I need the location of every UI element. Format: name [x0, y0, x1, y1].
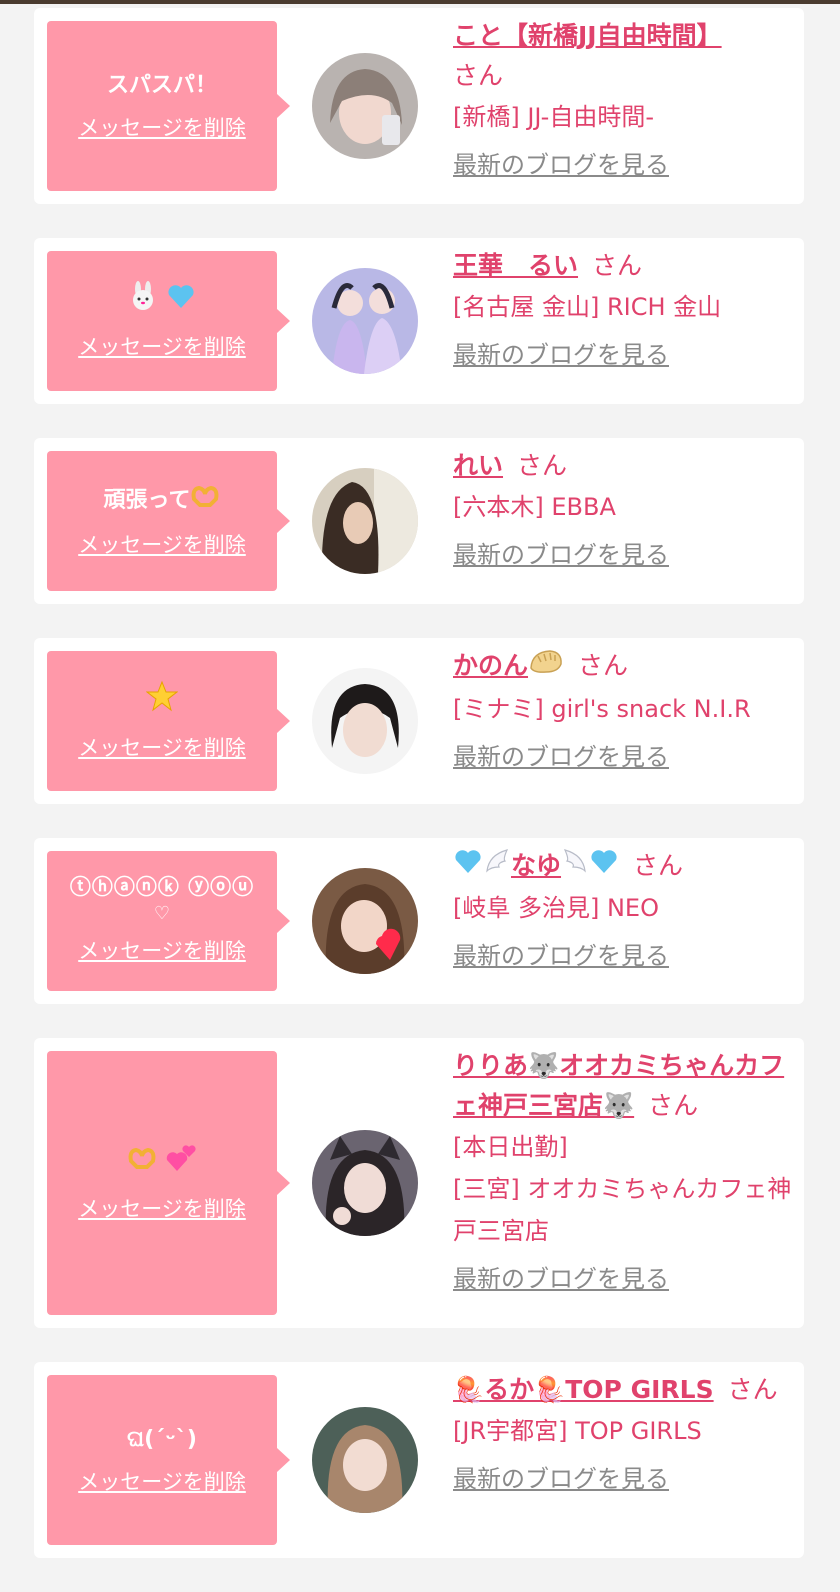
latest-blog-link[interactable]: 最新のブログを見る — [453, 1262, 669, 1296]
cast-info: かのん さん [ミナミ] girl's snack N.I.R 最新のブログを見る — [453, 638, 804, 804]
message-text: 頑張って — [104, 483, 221, 519]
rabbit-icon — [128, 281, 158, 321]
message-card: スパスパ！ メッセージを削除 こと【新橋JJ自由時間】 さん [新橋] JJ-自… — [34, 8, 804, 204]
blue-heart-icon — [166, 281, 196, 321]
shop-line: [本日出勤] — [453, 1133, 568, 1161]
message-bubble: メッセージを削除 — [47, 251, 290, 391]
honorific: さん — [517, 451, 568, 480]
message-card: 頑張って メッセージを削除 れい さん [六本木] EBBA 最新のブログを見る — [34, 438, 804, 604]
message-text: スパスパ！ — [106, 73, 217, 98]
shop-line: [ミナミ] girl's snack N.I.R — [453, 695, 751, 723]
cast-name-link[interactable]: こと【新橋JJ自由時間】 — [453, 21, 722, 50]
delete-message-link[interactable]: メッセージを削除 — [78, 1466, 246, 1496]
two-hearts-icon — [165, 1143, 197, 1183]
message-card: メッセージを削除 王華 るい さん [名古屋 金山] RICH 金山 最新のブログ… — [34, 238, 804, 404]
cast-info: 🪼るか🪼TOP GIRLS さん [JR宇都宮] TOP GIRLS 最新のブログ… — [453, 1362, 804, 1558]
message-text-line2: ♡ — [153, 903, 171, 924]
message-icons — [127, 1143, 197, 1183]
latest-blog-link[interactable]: 最新のブログを見る — [453, 338, 669, 372]
avatar-container — [277, 838, 453, 1004]
cast-info: りりあ🐺オオカミちゃんカフェ神戸三宮店🐺 さん [本日出勤] [三宮] オオカミち… — [453, 1038, 804, 1328]
latest-blog-link[interactable]: 最新のブログを見る — [453, 148, 669, 182]
honorific: さん — [648, 1091, 699, 1120]
latest-blog-link[interactable]: 最新のブログを見る — [453, 1462, 669, 1496]
delete-message-link[interactable]: メッセージを削除 — [78, 732, 246, 762]
honorific: さん — [453, 61, 504, 90]
message-bubble: ଘ(ˊᵕˋ) メッセージを削除 — [47, 1375, 290, 1545]
message-bubble: メッセージを削除 — [47, 1051, 290, 1315]
wing-icon — [483, 847, 511, 887]
heart-hands-icon — [127, 1145, 157, 1181]
honorific: さん — [633, 851, 684, 880]
message-icons — [128, 281, 196, 321]
blue-heart-icon — [453, 847, 483, 887]
top-bar — [0, 0, 840, 4]
avatar[interactable] — [312, 268, 418, 374]
delete-message-link[interactable]: メッセージを削除 — [78, 1193, 246, 1223]
avatar-container — [277, 1362, 453, 1558]
star-icon — [145, 680, 179, 722]
shop-line: [三宮] オオカミちゃんカフェ神戸三宮店 — [453, 1175, 792, 1245]
latest-blog-link[interactable]: 最新のブログを見る — [453, 939, 669, 973]
message-text: ⓣⓗⓐⓝⓚ ⓨⓞⓤ — [69, 875, 255, 899]
message-text: ଘ(ˊᵕˋ) — [127, 1427, 197, 1452]
avatar[interactable] — [312, 1130, 418, 1236]
avatar-container — [277, 438, 453, 604]
shop-line: [六本木] EBBA — [453, 493, 616, 521]
avatar[interactable] — [312, 1407, 418, 1513]
shop-line: [新橋] JJ-自由時間- — [453, 103, 654, 131]
cast-info: れい さん [六本木] EBBA 最新のブログを見る — [453, 438, 804, 604]
message-card: ଘ(ˊᵕˋ) メッセージを削除 🪼るか🪼TOP GIRLS さん [JR宇都宮] … — [34, 1362, 804, 1558]
cast-info: 王華 るい さん [名古屋 金山] RICH 金山 最新のブログを見る — [453, 238, 804, 404]
shop-line: [岐阜 多治見] NEO — [453, 894, 659, 922]
delete-message-link[interactable]: メッセージを削除 — [78, 935, 246, 965]
message-text-content: 頑張って — [103, 488, 191, 513]
message-list: スパスパ！ メッセージを削除 こと【新橋JJ自由時間】 さん [新橋] JJ-自… — [34, 8, 804, 1592]
cast-name-link[interactable]: 王華 るい — [453, 251, 578, 280]
honorific: さん — [592, 251, 643, 280]
honorific: さん — [578, 651, 629, 680]
cast-info: なゆ さん [岐阜 多治見] NEO 最新のブログを見る — [453, 838, 804, 1004]
shop-line: [JR宇都宮] TOP GIRLS — [453, 1417, 702, 1445]
blue-heart-icon — [589, 847, 619, 887]
cast-name-link[interactable]: りりあ🐺オオカミちゃんカフェ神戸三宮店🐺 — [453, 1051, 784, 1120]
cast-name-text: かのん — [453, 651, 529, 680]
message-bubble: 頑張って メッセージを削除 — [47, 451, 290, 591]
avatar[interactable] — [312, 468, 418, 574]
cast-name-link[interactable]: 🪼るか🪼TOP GIRLS — [453, 1375, 714, 1404]
delete-message-link[interactable]: メッセージを削除 — [78, 112, 246, 142]
delete-message-link[interactable]: メッセージを削除 — [78, 529, 246, 559]
latest-blog-link[interactable]: 最新のブログを見る — [453, 740, 669, 774]
message-icons — [145, 680, 179, 722]
delete-message-link[interactable]: メッセージを削除 — [78, 331, 246, 361]
avatar-container — [277, 8, 453, 204]
latest-blog-link[interactable]: 最新のブログを見る — [453, 538, 669, 572]
avatar[interactable] — [312, 868, 418, 974]
avatar[interactable] — [312, 668, 418, 774]
message-bubble: スパスパ！ メッセージを削除 — [47, 21, 290, 191]
message-card: メッセージを削除 かのん さん [ミナミ] girl's snack N.I.R … — [34, 638, 804, 804]
cast-name-link[interactable]: かのん — [453, 650, 564, 680]
message-card: メッセージを削除 りりあ🐺オオカミちゃんカフェ神戸三宮店🐺 さん [本日出勤] [… — [34, 1038, 804, 1328]
avatar-container — [277, 638, 453, 804]
cast-name-link[interactable]: なゆ — [453, 849, 619, 880]
cast-name-text: なゆ — [511, 851, 562, 880]
dumpling-icon — [528, 646, 564, 688]
wing-icon — [561, 847, 589, 887]
honorific: さん — [727, 1375, 778, 1404]
avatar-container — [277, 238, 453, 404]
heart-hands-icon — [190, 483, 220, 519]
cast-info: こと【新橋JJ自由時間】 さん [新橋] JJ-自由時間- 最新のブログを見る — [453, 8, 804, 204]
cast-name-link[interactable]: れい — [453, 451, 503, 480]
shop-line: [名古屋 金山] RICH 金山 — [453, 293, 722, 321]
avatar[interactable] — [312, 53, 418, 159]
message-card: ⓣⓗⓐⓝⓚ ⓨⓞⓤ ♡ メッセージを削除 なゆ さん [岐阜 多治見] NEO 最… — [34, 838, 804, 1004]
avatar-container — [277, 1038, 453, 1328]
message-bubble: ⓣⓗⓐⓝⓚ ⓨⓞⓤ ♡ メッセージを削除 — [47, 851, 290, 991]
message-bubble: メッセージを削除 — [47, 651, 290, 791]
